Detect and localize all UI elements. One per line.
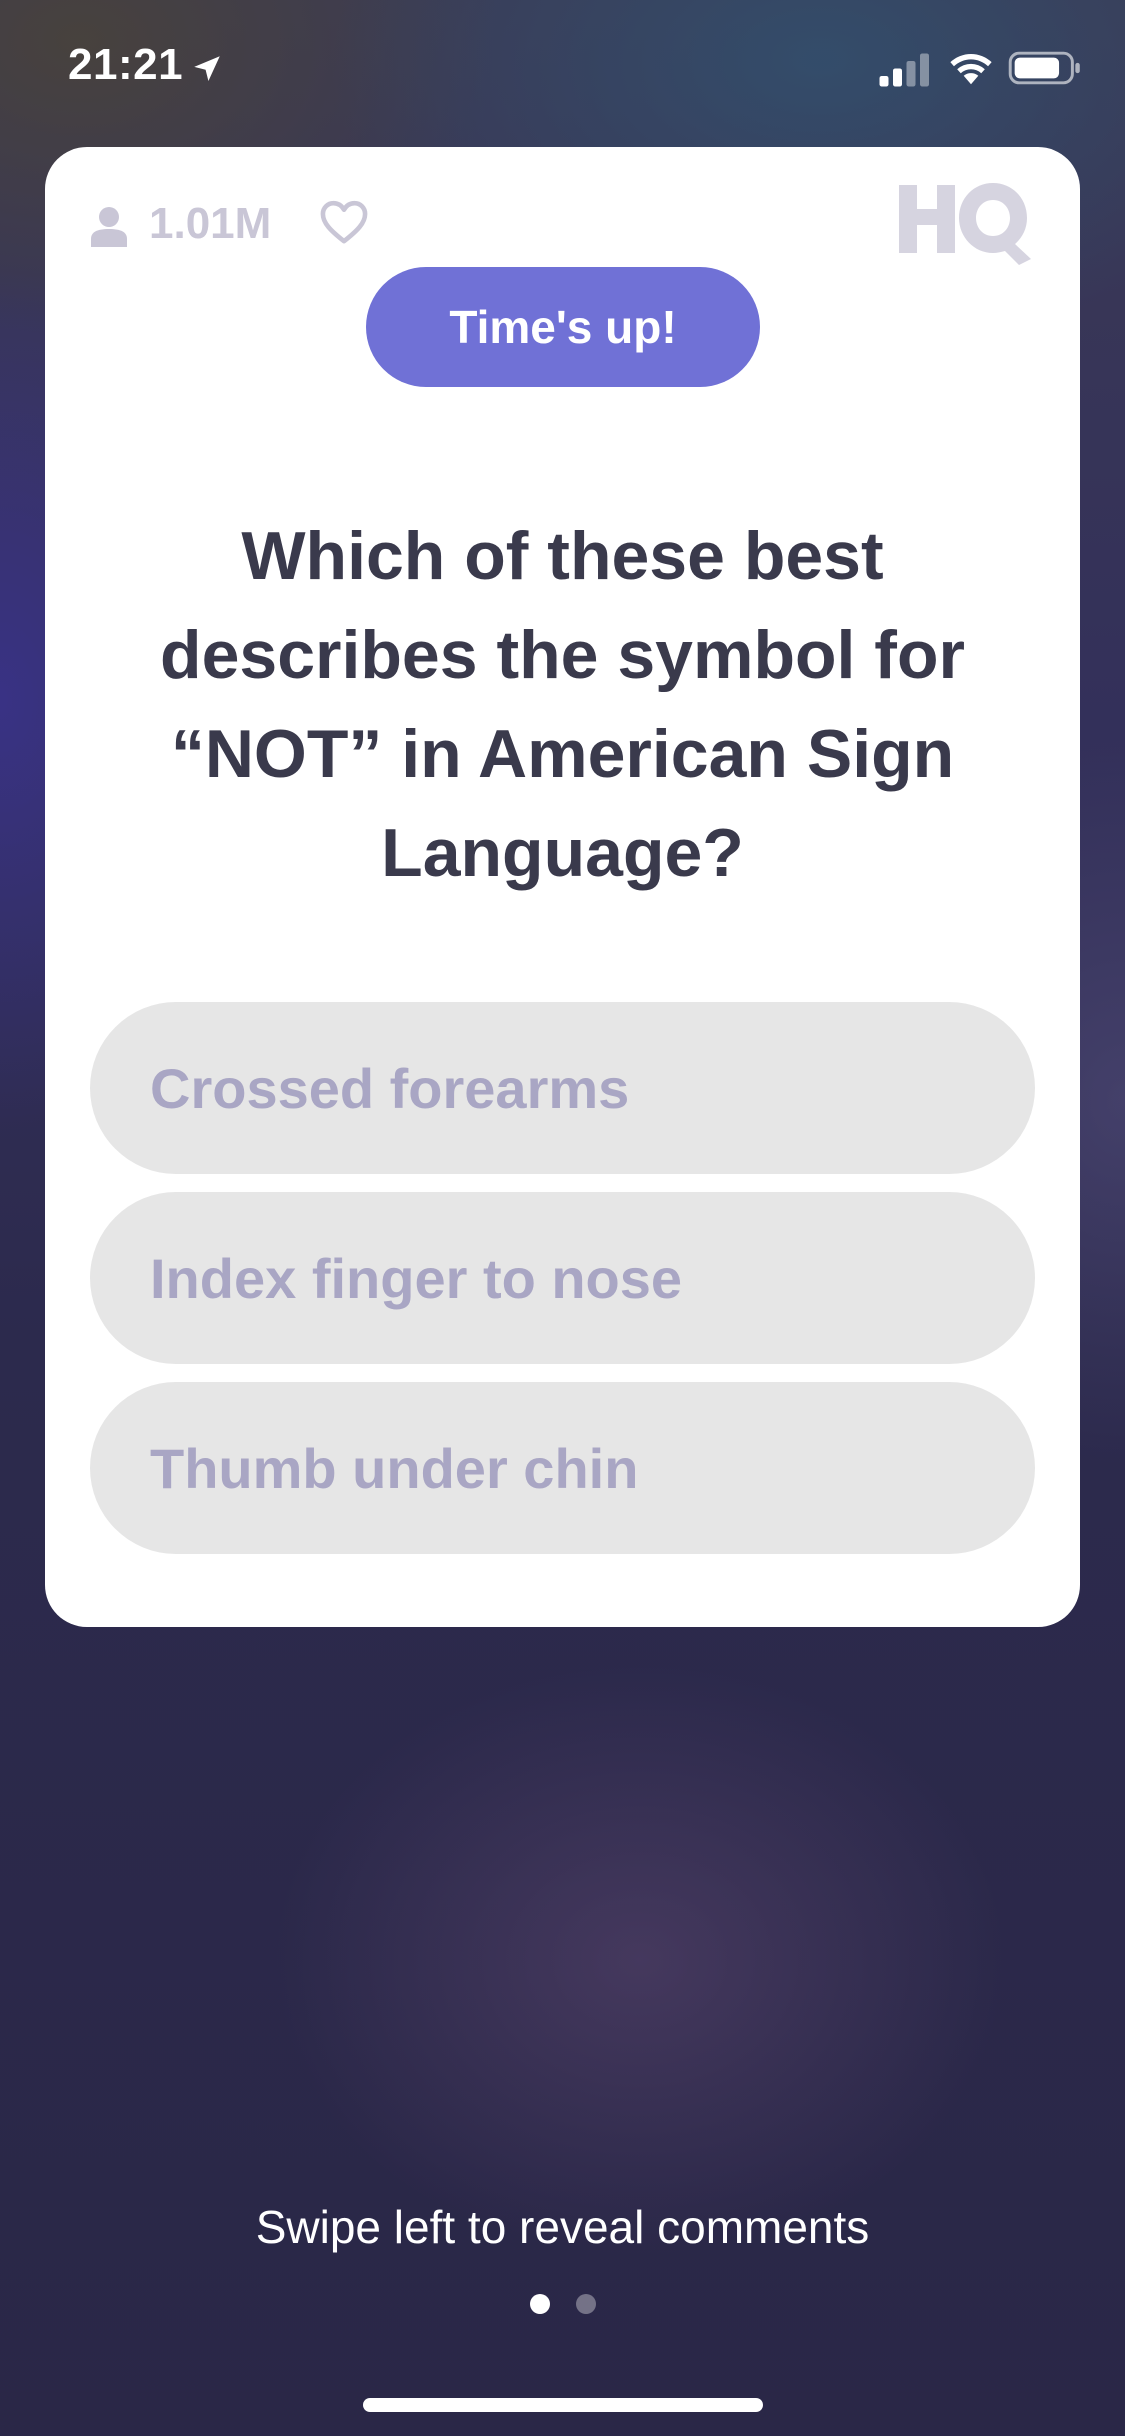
question-text: Which of these best describes the symbol… (160, 518, 965, 891)
answer-option-3[interactable]: Thumb under chin (90, 1382, 1035, 1554)
person-icon (91, 207, 127, 247)
page-indicator[interactable] (0, 2294, 1125, 2314)
battery-icon (1008, 51, 1080, 85)
status-time: 21:21 (68, 40, 184, 89)
page-dot-inactive (575, 2294, 596, 2314)
viewer-count: 1.01M (149, 199, 272, 248)
answer-option-2[interactable]: Index finger to nose (90, 1192, 1035, 1364)
hq-logo (899, 183, 1031, 265)
status-bar: 21:21 (0, 0, 1125, 140)
question-card: 1.01M Time's up! Which of these best des… (45, 147, 1080, 1627)
page-dot-active (529, 2294, 550, 2314)
answer-option-1[interactable]: Crossed forearms (90, 1002, 1035, 1174)
home-indicator[interactable] (363, 2398, 763, 2412)
location-arrow-icon (194, 56, 220, 82)
swipe-hint: Swipe left to reveal comments (255, 2201, 870, 2253)
heart-icon[interactable] (319, 199, 369, 245)
times-up-pill: Time's up! (366, 267, 760, 387)
answer-list: Crossed forearms Index finger to nose Th… (90, 1002, 1035, 1572)
wifi-icon (950, 53, 992, 85)
cellular-signal-icon (879, 53, 929, 87)
